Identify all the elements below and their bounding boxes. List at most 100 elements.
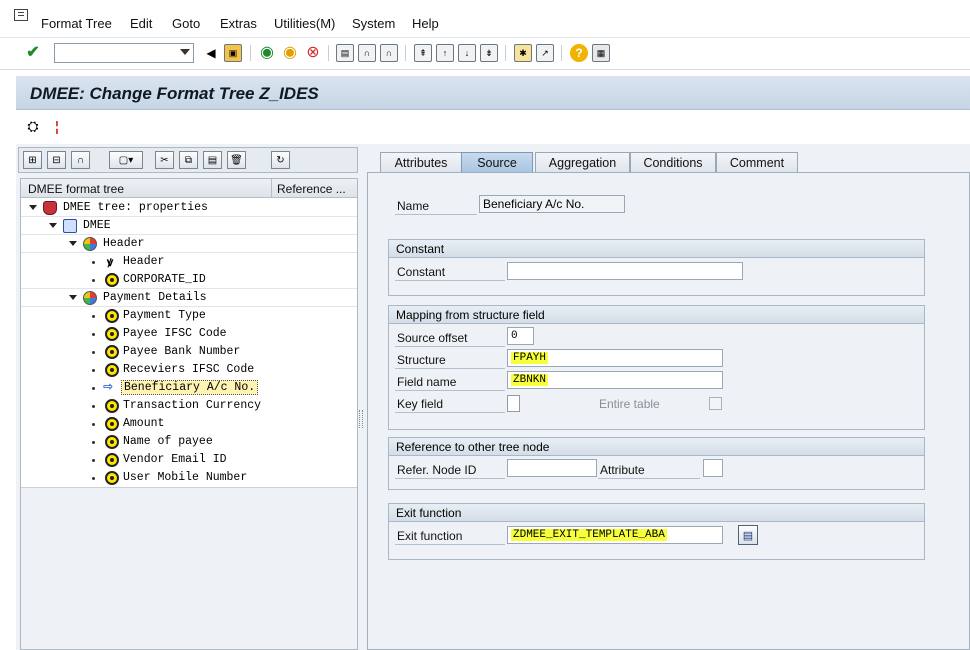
tree-node-user-mobile[interactable]: User Mobile Number: [21, 469, 357, 487]
tree-node-label: CORPORATE_ID: [123, 273, 206, 286]
display-change-icon[interactable]: ⛭: [24, 117, 42, 135]
tree-node-receivers-ifsc[interactable]: Receviers IFSC Code: [21, 361, 357, 379]
tree-node-amount[interactable]: Amount: [21, 415, 357, 433]
shortcut-icon[interactable]: ↗: [536, 44, 554, 62]
tree-node-payment-details[interactable]: Payment Details: [21, 289, 357, 307]
delete-icon[interactable]: 🗑: [227, 151, 246, 169]
tab-aggregation[interactable]: Aggregation: [535, 152, 630, 172]
print-icon[interactable]: ▤: [336, 44, 354, 62]
reference-group-title: Reference to other tree node: [389, 438, 924, 456]
tree-node-name-of-payee[interactable]: Name of payee: [21, 433, 357, 451]
field-element-icon: [105, 363, 119, 377]
find-tree-icon[interactable]: ∩: [71, 151, 90, 169]
edit-exit-function-icon[interactable]: ▤: [738, 525, 758, 545]
menu-extras[interactable]: Extras: [220, 16, 257, 31]
tree-node-properties[interactable]: DMEE tree: properties: [21, 199, 357, 217]
field-name-field[interactable]: ZBNKN: [507, 371, 723, 389]
structure-field[interactable]: FPAYH: [507, 349, 723, 367]
toolbar-separator: [505, 45, 506, 61]
last-page-icon[interactable]: ⇟: [480, 44, 498, 62]
selected-arrow-icon: ⇨: [103, 378, 113, 396]
segment-icon: [83, 291, 97, 305]
expand-arrow-icon[interactable]: [69, 295, 77, 300]
system-menu-icon[interactable]: [14, 9, 28, 21]
tab-source[interactable]: Source: [461, 152, 533, 173]
field-element-icon: [105, 435, 119, 449]
save-icon[interactable]: ▣: [224, 44, 242, 62]
tab-attributes[interactable]: Attributes: [380, 152, 462, 172]
copy-icon[interactable]: ⧉: [179, 151, 198, 169]
tab-comment[interactable]: Comment: [716, 152, 798, 172]
chevron-down-icon[interactable]: [180, 49, 190, 55]
exit-function-field[interactable]: ZDMEE_EXIT_TEMPLATE_ABA: [507, 526, 723, 544]
enter-check-icon[interactable]: ✔: [24, 44, 42, 62]
field-name-label: Field name: [397, 375, 457, 389]
tree-node-corporate-id[interactable]: CORPORATE_ID: [21, 271, 357, 289]
tree-node-label: DMEE: [83, 219, 111, 232]
expand-all-icon[interactable]: ⊞: [23, 151, 42, 169]
cancel-icon[interactable]: ⊗: [304, 44, 322, 62]
refer-node-field[interactable]: [507, 459, 597, 477]
tree-node-header-segment[interactable]: Header: [21, 235, 357, 253]
tree-node-payee-ifsc[interactable]: Payee IFSC Code: [21, 325, 357, 343]
menu-goto[interactable]: Goto: [172, 16, 200, 31]
menu-format-tree[interactable]: Format Tree: [41, 16, 112, 31]
cut-icon[interactable]: ✂: [155, 151, 174, 169]
tree-node-payee-bank-number[interactable]: Payee Bank Number: [21, 343, 357, 361]
new-session-icon[interactable]: ✱: [514, 44, 532, 62]
collapse-all-icon[interactable]: ⊟: [47, 151, 66, 169]
exit-function-label: Exit function: [397, 529, 463, 543]
exit-icon[interactable]: ◉: [281, 44, 299, 62]
attribute-label: Attribute: [600, 463, 645, 477]
toolbar-separator: [250, 45, 251, 61]
tree-bullet: [92, 405, 95, 408]
menu-bar: Format Tree Edit Goto Extras Utilities(M…: [0, 0, 970, 38]
menu-system[interactable]: System: [352, 16, 395, 31]
entire-table-checkbox[interactable]: [709, 397, 722, 410]
tree-node-vendor-email[interactable]: Vendor Email ID: [21, 451, 357, 469]
tree-column-name[interactable]: DMEE format tree: [28, 182, 124, 196]
field-element-icon: [105, 399, 119, 413]
title-bar: DMEE: Change Format Tree Z_IDES: [16, 76, 970, 110]
tree-node-payment-type[interactable]: Payment Type: [21, 307, 357, 325]
column-divider[interactable]: [271, 179, 272, 198]
layout-menu-icon[interactable]: ▦: [592, 44, 610, 62]
field-element-icon: [105, 273, 119, 287]
collapse-arrow-icon[interactable]: ◀: [202, 44, 220, 62]
back-icon[interactable]: ◉: [258, 44, 276, 62]
previous-page-icon[interactable]: ↑: [436, 44, 454, 62]
exit-function-group-title: Exit function: [389, 504, 924, 522]
constant-field[interactable]: [507, 262, 743, 280]
menu-edit[interactable]: Edit: [130, 16, 152, 31]
command-field[interactable]: [54, 43, 194, 63]
menu-help[interactable]: Help: [412, 16, 439, 31]
first-page-icon[interactable]: ⇞: [414, 44, 432, 62]
tree-node-dmee[interactable]: DMEE: [21, 217, 357, 235]
next-page-icon[interactable]: ↓: [458, 44, 476, 62]
tree-bullet: [92, 369, 95, 372]
help-icon[interactable]: ?: [570, 44, 588, 62]
tree-node-beneficiary-ac[interactable]: ⇨ Beneficiary A/c No.: [21, 379, 357, 397]
tree-column-reference[interactable]: Reference ...: [277, 182, 346, 196]
expand-arrow-icon[interactable]: [29, 205, 37, 210]
panel-splitter[interactable]: [359, 410, 363, 428]
find-icon[interactable]: ∩: [358, 44, 376, 62]
create-node-icon[interactable]: ▢▾: [109, 151, 143, 169]
tree-node-label: Transaction Currency: [123, 399, 262, 412]
entire-table-label: Entire table: [599, 397, 660, 411]
refresh-icon[interactable]: ↻: [271, 151, 290, 169]
tree-node-transaction-currency[interactable]: Transaction Currency: [21, 397, 357, 415]
key-field-checkbox[interactable]: [507, 395, 520, 412]
expand-arrow-icon[interactable]: [69, 241, 77, 246]
tab-conditions[interactable]: Conditions: [630, 152, 716, 172]
dmee-root-icon: [63, 219, 77, 233]
paste-icon[interactable]: ▤: [203, 151, 222, 169]
find-next-icon[interactable]: ∩: [380, 44, 398, 62]
activate-icon[interactable]: ¦: [48, 117, 66, 135]
tree-node-label: Receviers IFSC Code: [123, 363, 255, 376]
attribute-field[interactable]: [703, 459, 723, 477]
tree-node-header-element[interactable]: ꝟ Header: [21, 253, 357, 271]
expand-arrow-icon[interactable]: [49, 223, 57, 228]
source-offset-field[interactable]: 0: [507, 327, 534, 345]
menu-utilities[interactable]: Utilities(M): [274, 16, 335, 31]
